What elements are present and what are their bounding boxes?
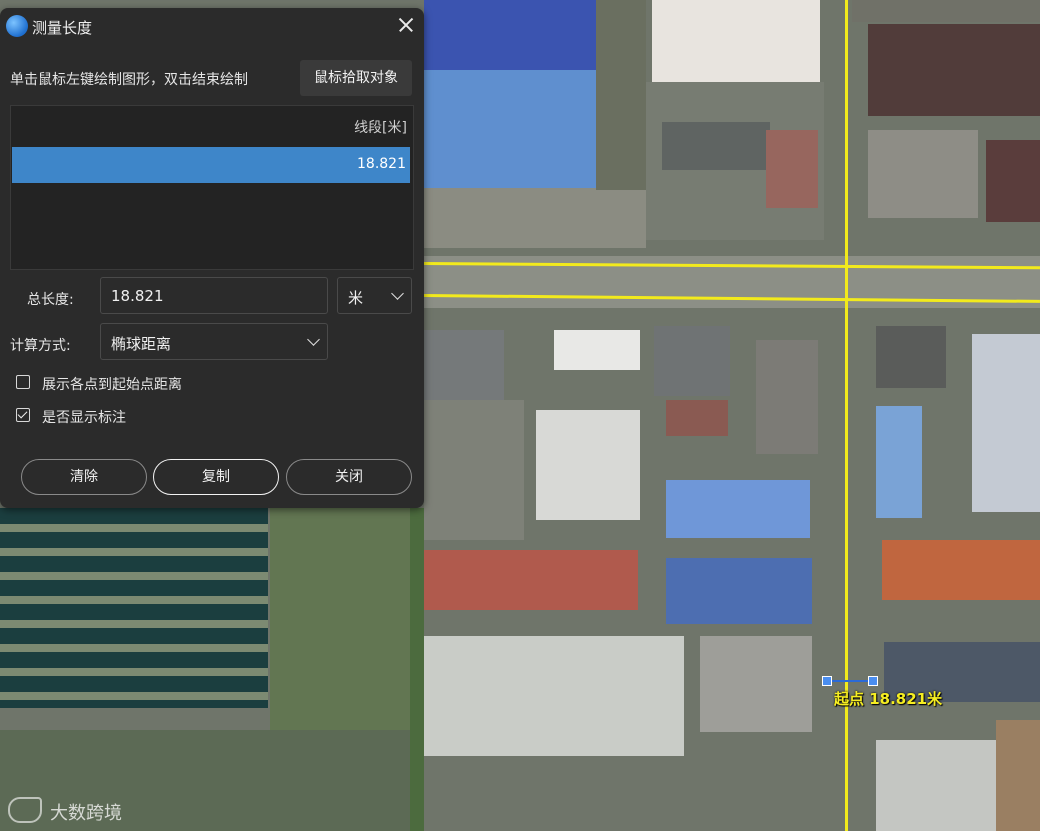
copy-button[interactable]: 复制 bbox=[153, 459, 279, 495]
map-building bbox=[666, 480, 810, 538]
map-ground bbox=[270, 508, 410, 738]
map-building bbox=[868, 24, 1040, 116]
map-building bbox=[424, 400, 524, 540]
map-building bbox=[424, 330, 504, 400]
watermark: 大数跨境 bbox=[8, 797, 122, 825]
map-building bbox=[424, 550, 638, 610]
map-ground bbox=[646, 82, 824, 240]
segment-table: 线段[米] 18.821 bbox=[10, 105, 414, 270]
map-building bbox=[652, 0, 820, 82]
map-building bbox=[972, 334, 1040, 512]
map-building bbox=[596, 0, 646, 190]
dialog-title-bar[interactable]: 测量长度 bbox=[0, 8, 424, 46]
map-building bbox=[654, 326, 730, 396]
total-length-label: 总长度: bbox=[27, 292, 74, 308]
map-building bbox=[666, 400, 728, 436]
map-building bbox=[882, 540, 1040, 600]
map-building bbox=[876, 326, 946, 388]
map-building bbox=[868, 130, 978, 218]
chevron-down-icon bbox=[307, 333, 320, 346]
measure-segment bbox=[827, 680, 873, 682]
measure-length-dialog: 测量长度 单击鼠标左键绘制图形，双击结束绘制 鼠标拾取对象 线段[米] 18.8… bbox=[0, 8, 424, 508]
total-length-value: 18.821 bbox=[111, 287, 164, 305]
measure-end-handle[interactable] bbox=[868, 676, 878, 686]
column-header-segment: 线段[米] bbox=[354, 120, 407, 136]
map-building bbox=[424, 70, 596, 188]
calc-method-value: 椭球距离 bbox=[111, 335, 172, 353]
map-building bbox=[986, 140, 1040, 222]
map-pools bbox=[0, 508, 268, 708]
chevron-down-icon bbox=[391, 287, 404, 300]
pick-object-button[interactable]: 鼠标拾取对象 bbox=[300, 60, 412, 96]
map-building bbox=[554, 330, 640, 370]
map-building bbox=[424, 636, 684, 756]
clear-button[interactable]: 清除 bbox=[21, 459, 147, 495]
unit-select[interactable]: 米 bbox=[337, 277, 412, 314]
map-ground bbox=[410, 508, 424, 831]
dialog-title: 测量长度 bbox=[32, 19, 93, 37]
measure-start-handle[interactable] bbox=[822, 676, 832, 686]
show-annotation-label: 是否显示标注 bbox=[42, 410, 126, 426]
close-button[interactable]: 关闭 bbox=[286, 459, 412, 495]
map-building bbox=[876, 740, 996, 831]
show-distance-checkbox[interactable] bbox=[16, 375, 30, 389]
unit-select-value: 米 bbox=[348, 289, 364, 307]
close-icon[interactable] bbox=[394, 13, 418, 37]
map-building bbox=[700, 636, 812, 732]
total-length-field[interactable]: 18.821 bbox=[100, 277, 328, 314]
map-building bbox=[876, 406, 922, 518]
segment-length-cell: 18.821 bbox=[357, 156, 406, 172]
draw-hint: 单击鼠标左键绘制图形，双击结束绘制 bbox=[10, 72, 248, 88]
measure-label: 起点 18.821米 bbox=[834, 690, 943, 708]
watermark-logo-icon bbox=[8, 797, 42, 823]
map-building bbox=[666, 558, 812, 624]
map-building bbox=[536, 410, 640, 520]
map-ground bbox=[424, 188, 646, 248]
map-building bbox=[756, 340, 818, 454]
calc-method-label: 计算方式: bbox=[10, 338, 71, 354]
map-building bbox=[996, 720, 1040, 831]
table-row[interactable]: 18.821 bbox=[12, 147, 410, 183]
map-building bbox=[852, 0, 1040, 22]
calc-method-select[interactable]: 椭球距离 bbox=[100, 323, 328, 360]
watermark-text: 大数跨境 bbox=[50, 803, 122, 824]
show-annotation-checkbox[interactable] bbox=[16, 408, 30, 422]
map-building bbox=[424, 0, 596, 70]
app-logo-icon bbox=[6, 15, 28, 37]
show-distance-label: 展示各点到起始点距离 bbox=[42, 377, 182, 393]
